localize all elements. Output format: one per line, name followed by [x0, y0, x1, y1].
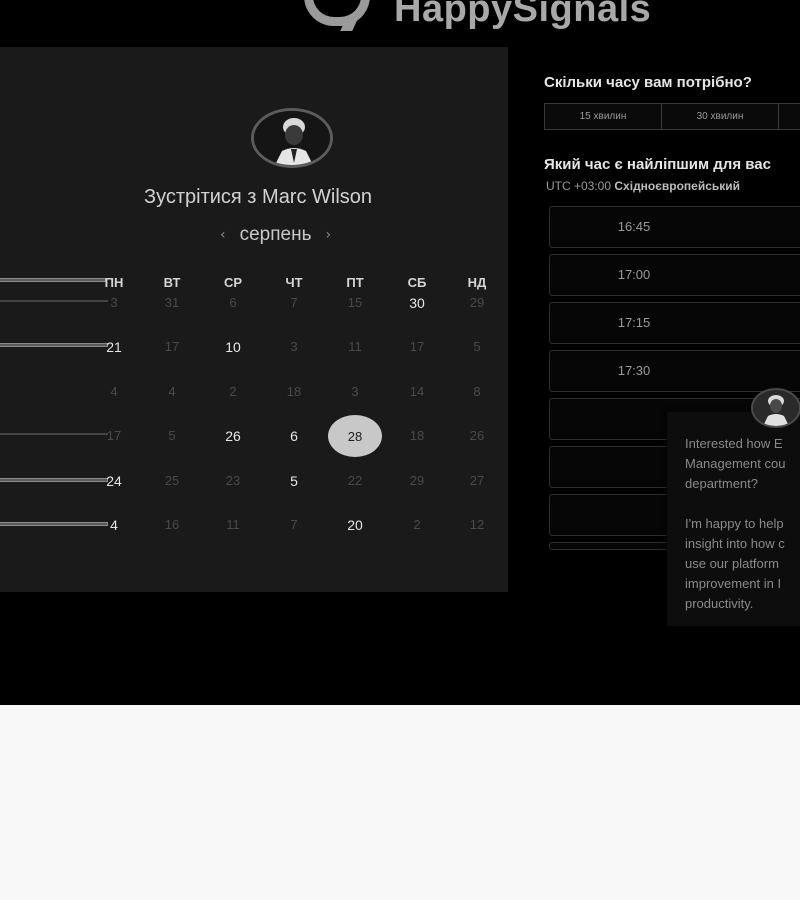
- calendar-day: 2: [229, 384, 237, 399]
- calendar-day: 5: [473, 339, 481, 354]
- duration-option-15[interactable]: 15 хвилин: [544, 103, 662, 130]
- time-slot[interactable]: 16:45: [549, 206, 800, 248]
- calendar-day: 3: [290, 339, 298, 354]
- calendar-day: 27: [469, 473, 485, 488]
- calendar-day-available[interactable]: 4: [94, 517, 134, 533]
- calendar-day: 17: [164, 339, 180, 354]
- calendar-day: 7: [290, 517, 298, 532]
- timezone-label[interactable]: UTC +03:00 Східноєвропейський: [546, 179, 740, 193]
- calendar-day: 4: [168, 384, 176, 399]
- chat-message: Interested how E Management cou departme…: [685, 436, 786, 611]
- duration-option-60[interactable]: [778, 103, 800, 130]
- calendar-day: 17: [409, 339, 425, 354]
- duration-selector: 15 хвилин 30 хвилин: [544, 103, 800, 130]
- calendar-day-available[interactable]: 10: [213, 339, 253, 355]
- calendar-day: 22: [347, 473, 363, 488]
- meeting-title: Зустрітися з Marc Wilson: [144, 186, 373, 208]
- prev-month-icon[interactable]: ‹: [220, 227, 226, 243]
- weekday-header: ПТ: [346, 275, 364, 290]
- timezone-offset: UTC +03:00: [546, 179, 612, 193]
- divider-bar: [0, 433, 108, 435]
- chat-bubble-icon: [304, 0, 370, 26]
- calendar-day-available[interactable]: 20: [335, 517, 375, 533]
- time-slot[interactable]: 17:00: [549, 254, 800, 296]
- calendar-day-selected[interactable]: 28: [328, 415, 382, 457]
- divider-bar: [0, 522, 108, 526]
- calendar-day: 12: [469, 517, 485, 532]
- divider-bar: [0, 278, 106, 282]
- calendar-day: 2: [413, 517, 421, 532]
- calendar-day-available[interactable]: 30: [397, 295, 437, 311]
- calendar-day: 6: [229, 295, 237, 310]
- calendar-day: 11: [226, 517, 240, 532]
- calendar-day: 29: [409, 473, 425, 488]
- scheduler-area: HappySignals Зустрітися з Marc Wilson ‹: [0, 0, 800, 705]
- person-photo-icon: [254, 111, 330, 165]
- calendar-day: 17: [106, 428, 122, 443]
- calendar-day: 3: [110, 295, 118, 310]
- weekday-header: ЧТ: [285, 275, 303, 290]
- calendar-day: 16: [164, 517, 180, 532]
- calendar-day: 4: [110, 384, 118, 399]
- time-slot[interactable]: 17:30: [549, 350, 800, 392]
- next-month-icon[interactable]: ›: [326, 227, 332, 243]
- person-photo-icon: [763, 395, 789, 426]
- divider-bar: [0, 343, 108, 347]
- calendar-day: 14: [409, 384, 425, 399]
- calendar-day: 15: [347, 295, 363, 310]
- calendar-day: 23: [225, 473, 241, 488]
- calendar-day: 5: [168, 428, 176, 443]
- time-question: Який час є найліпшим для вас: [544, 156, 771, 173]
- calendar-day: 25: [164, 473, 180, 488]
- calendar-day-available[interactable]: 21: [94, 339, 134, 355]
- calendar-day-available[interactable]: 6: [274, 428, 314, 444]
- month-navigation: ‹ серпень ›: [220, 224, 331, 246]
- calendar-day: 29: [469, 295, 485, 310]
- calendar-day-available[interactable]: 5: [274, 473, 314, 489]
- calendar-day: 31: [164, 295, 180, 310]
- duration-question: Скільки часу вам потрібно?: [544, 74, 752, 91]
- calendar-day-available[interactable]: 24: [94, 473, 134, 489]
- weekday-header: ВТ: [163, 275, 181, 290]
- weekday-header: НД: [467, 275, 487, 290]
- duration-option-30[interactable]: 30 хвилин: [661, 103, 779, 130]
- calendar-day: 18: [409, 428, 425, 443]
- calendar-day: 3: [351, 384, 359, 399]
- calendar-day-available[interactable]: 26: [213, 428, 253, 444]
- weekday-header: СБ: [407, 275, 427, 290]
- calendar-day: 11: [348, 339, 362, 354]
- weekday-header: СР: [223, 275, 243, 290]
- weekday-header: ПН: [104, 275, 124, 290]
- divider-bar: [0, 300, 108, 302]
- calendar-panel: Зустрітися з Marc Wilson ‹ серпень › ПН В…: [0, 47, 508, 592]
- calendar-day: 7: [290, 295, 298, 310]
- time-slot[interactable]: 17:15: [549, 302, 800, 344]
- calendar-day: 8: [473, 384, 481, 399]
- calendar-day: 26: [469, 428, 485, 443]
- calendar-day: 18: [286, 384, 302, 399]
- page-background: [0, 705, 800, 900]
- divider-bar: [0, 478, 108, 482]
- timezone-name: Східноєвропейський: [614, 179, 741, 193]
- chat-avatar[interactable]: [751, 388, 800, 428]
- host-avatar: [251, 108, 335, 172]
- month-label: серпень: [239, 224, 312, 245]
